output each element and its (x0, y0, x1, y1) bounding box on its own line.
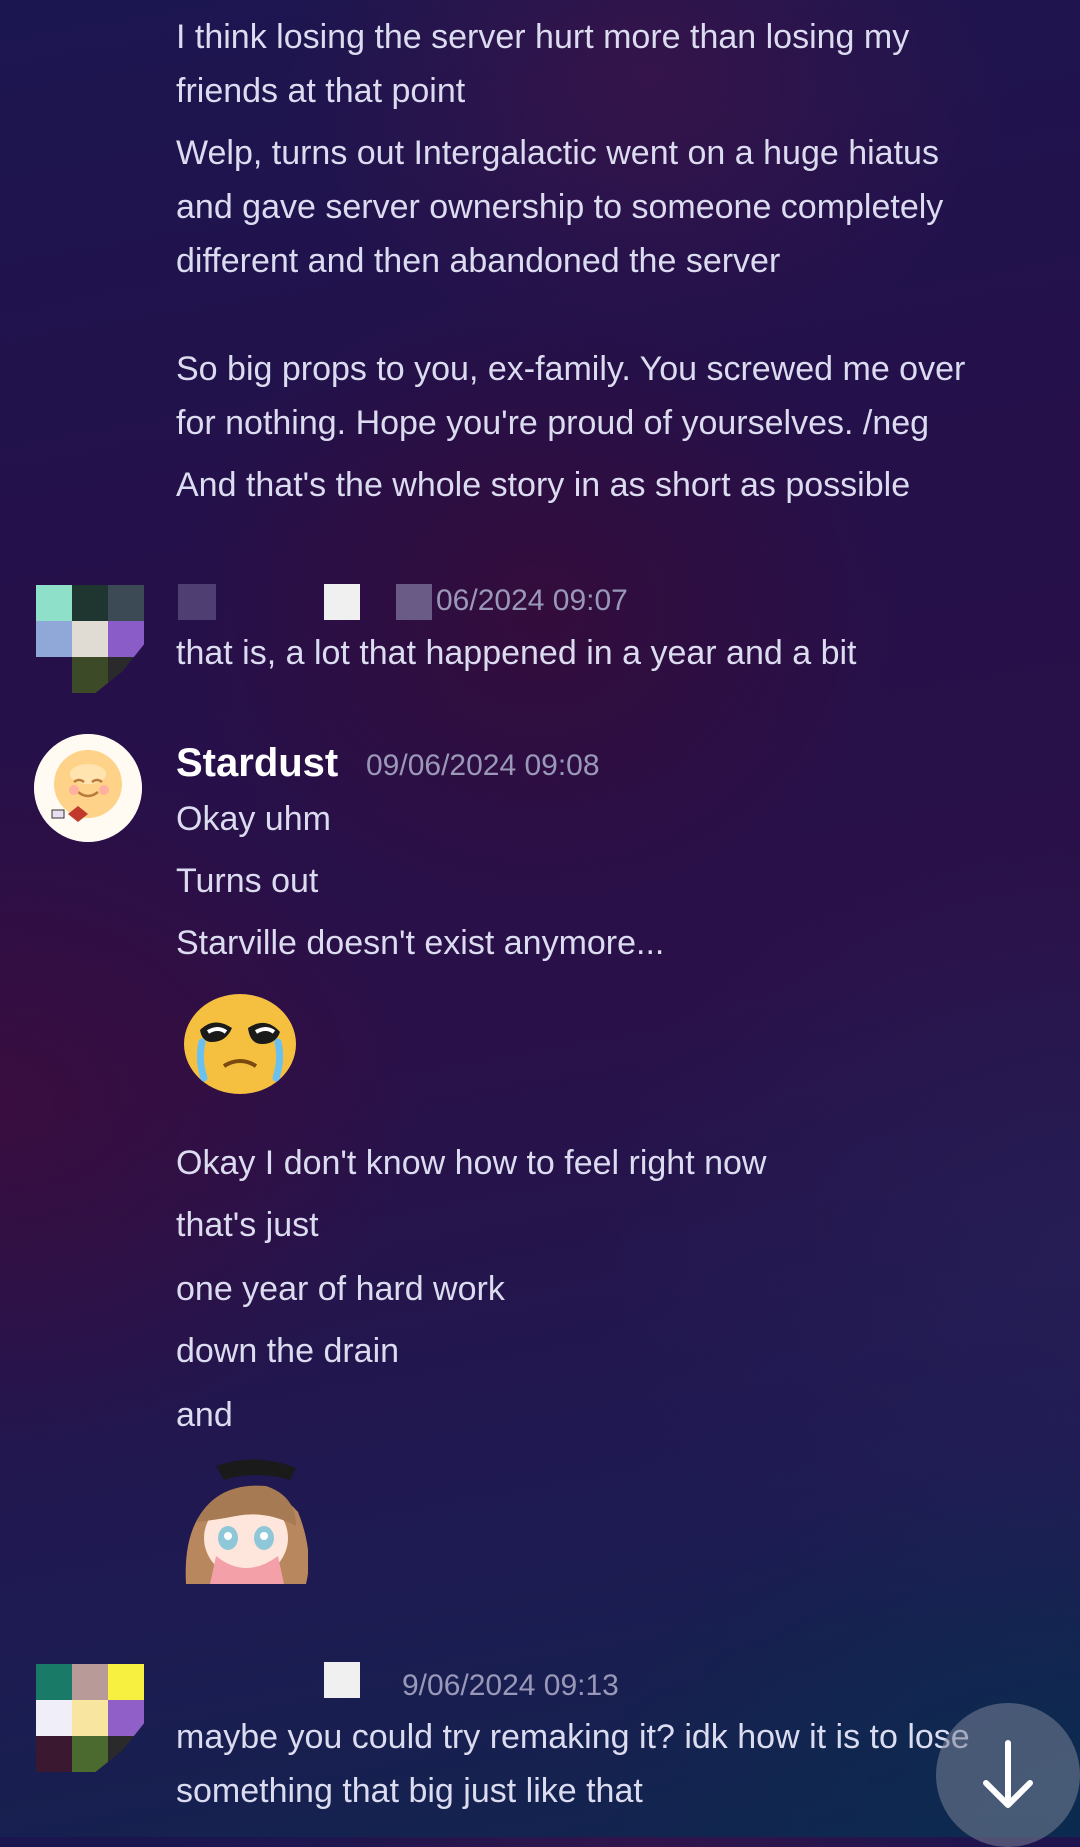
crying-emoji-icon[interactable] (178, 990, 302, 1098)
message-line: And that's the whole story in as short a… (176, 466, 911, 504)
message-line: that's just (176, 1206, 319, 1244)
scroll-to-bottom-button[interactable] (936, 1703, 1080, 1847)
message-line: So big props to you, ex-family. You scre… (176, 350, 966, 388)
author-name[interactable]: Stardust (176, 738, 338, 788)
message-line: one year of hard work (176, 1270, 505, 1308)
redacted-username[interactable] (396, 584, 432, 620)
message-line: that is, a lot that happened in a year a… (176, 634, 857, 672)
redacted-username[interactable] (324, 1662, 360, 1698)
message-line: and gave server ownership to someone com… (176, 188, 944, 226)
avatar[interactable] (36, 585, 144, 693)
message-line: maybe you could try remaking it? idk how… (176, 1718, 970, 1756)
message-line: and (176, 1396, 233, 1434)
redacted-username[interactable] (178, 584, 216, 620)
avatar[interactable] (36, 1664, 144, 1772)
message-line: different and then abandoned the server (176, 242, 781, 280)
avatar[interactable] (34, 734, 142, 842)
message-line: I think losing the server hurt more than… (176, 18, 910, 56)
message-timestamp: 09/06/2024 09:08 (366, 749, 600, 782)
message-line: Turns out (176, 862, 319, 900)
message-line: for nothing. Hope you're proud of yourse… (176, 404, 930, 442)
message-line: down the drain (176, 1332, 400, 1370)
arrow-down-icon (983, 1740, 1033, 1808)
message-line: Okay I don't know how to feel right now (176, 1144, 767, 1182)
message-line: Okay uhm (176, 800, 331, 838)
message-line: Starville doesn't exist anymore... (176, 924, 665, 962)
stardust-avatar-icon (34, 734, 142, 842)
message-timestamp: 9/06/2024 09:13 (402, 1669, 619, 1702)
crying-anime-girl-sticker[interactable] (176, 1452, 308, 1584)
message-line: something that big just like that (176, 1772, 643, 1810)
message-timestamp: 06/2024 09:07 (436, 584, 628, 617)
redacted-username[interactable] (324, 584, 360, 620)
message-line: friends at that point (176, 72, 466, 110)
message-line: Welp, turns out Intergalactic went on a … (176, 134, 939, 172)
